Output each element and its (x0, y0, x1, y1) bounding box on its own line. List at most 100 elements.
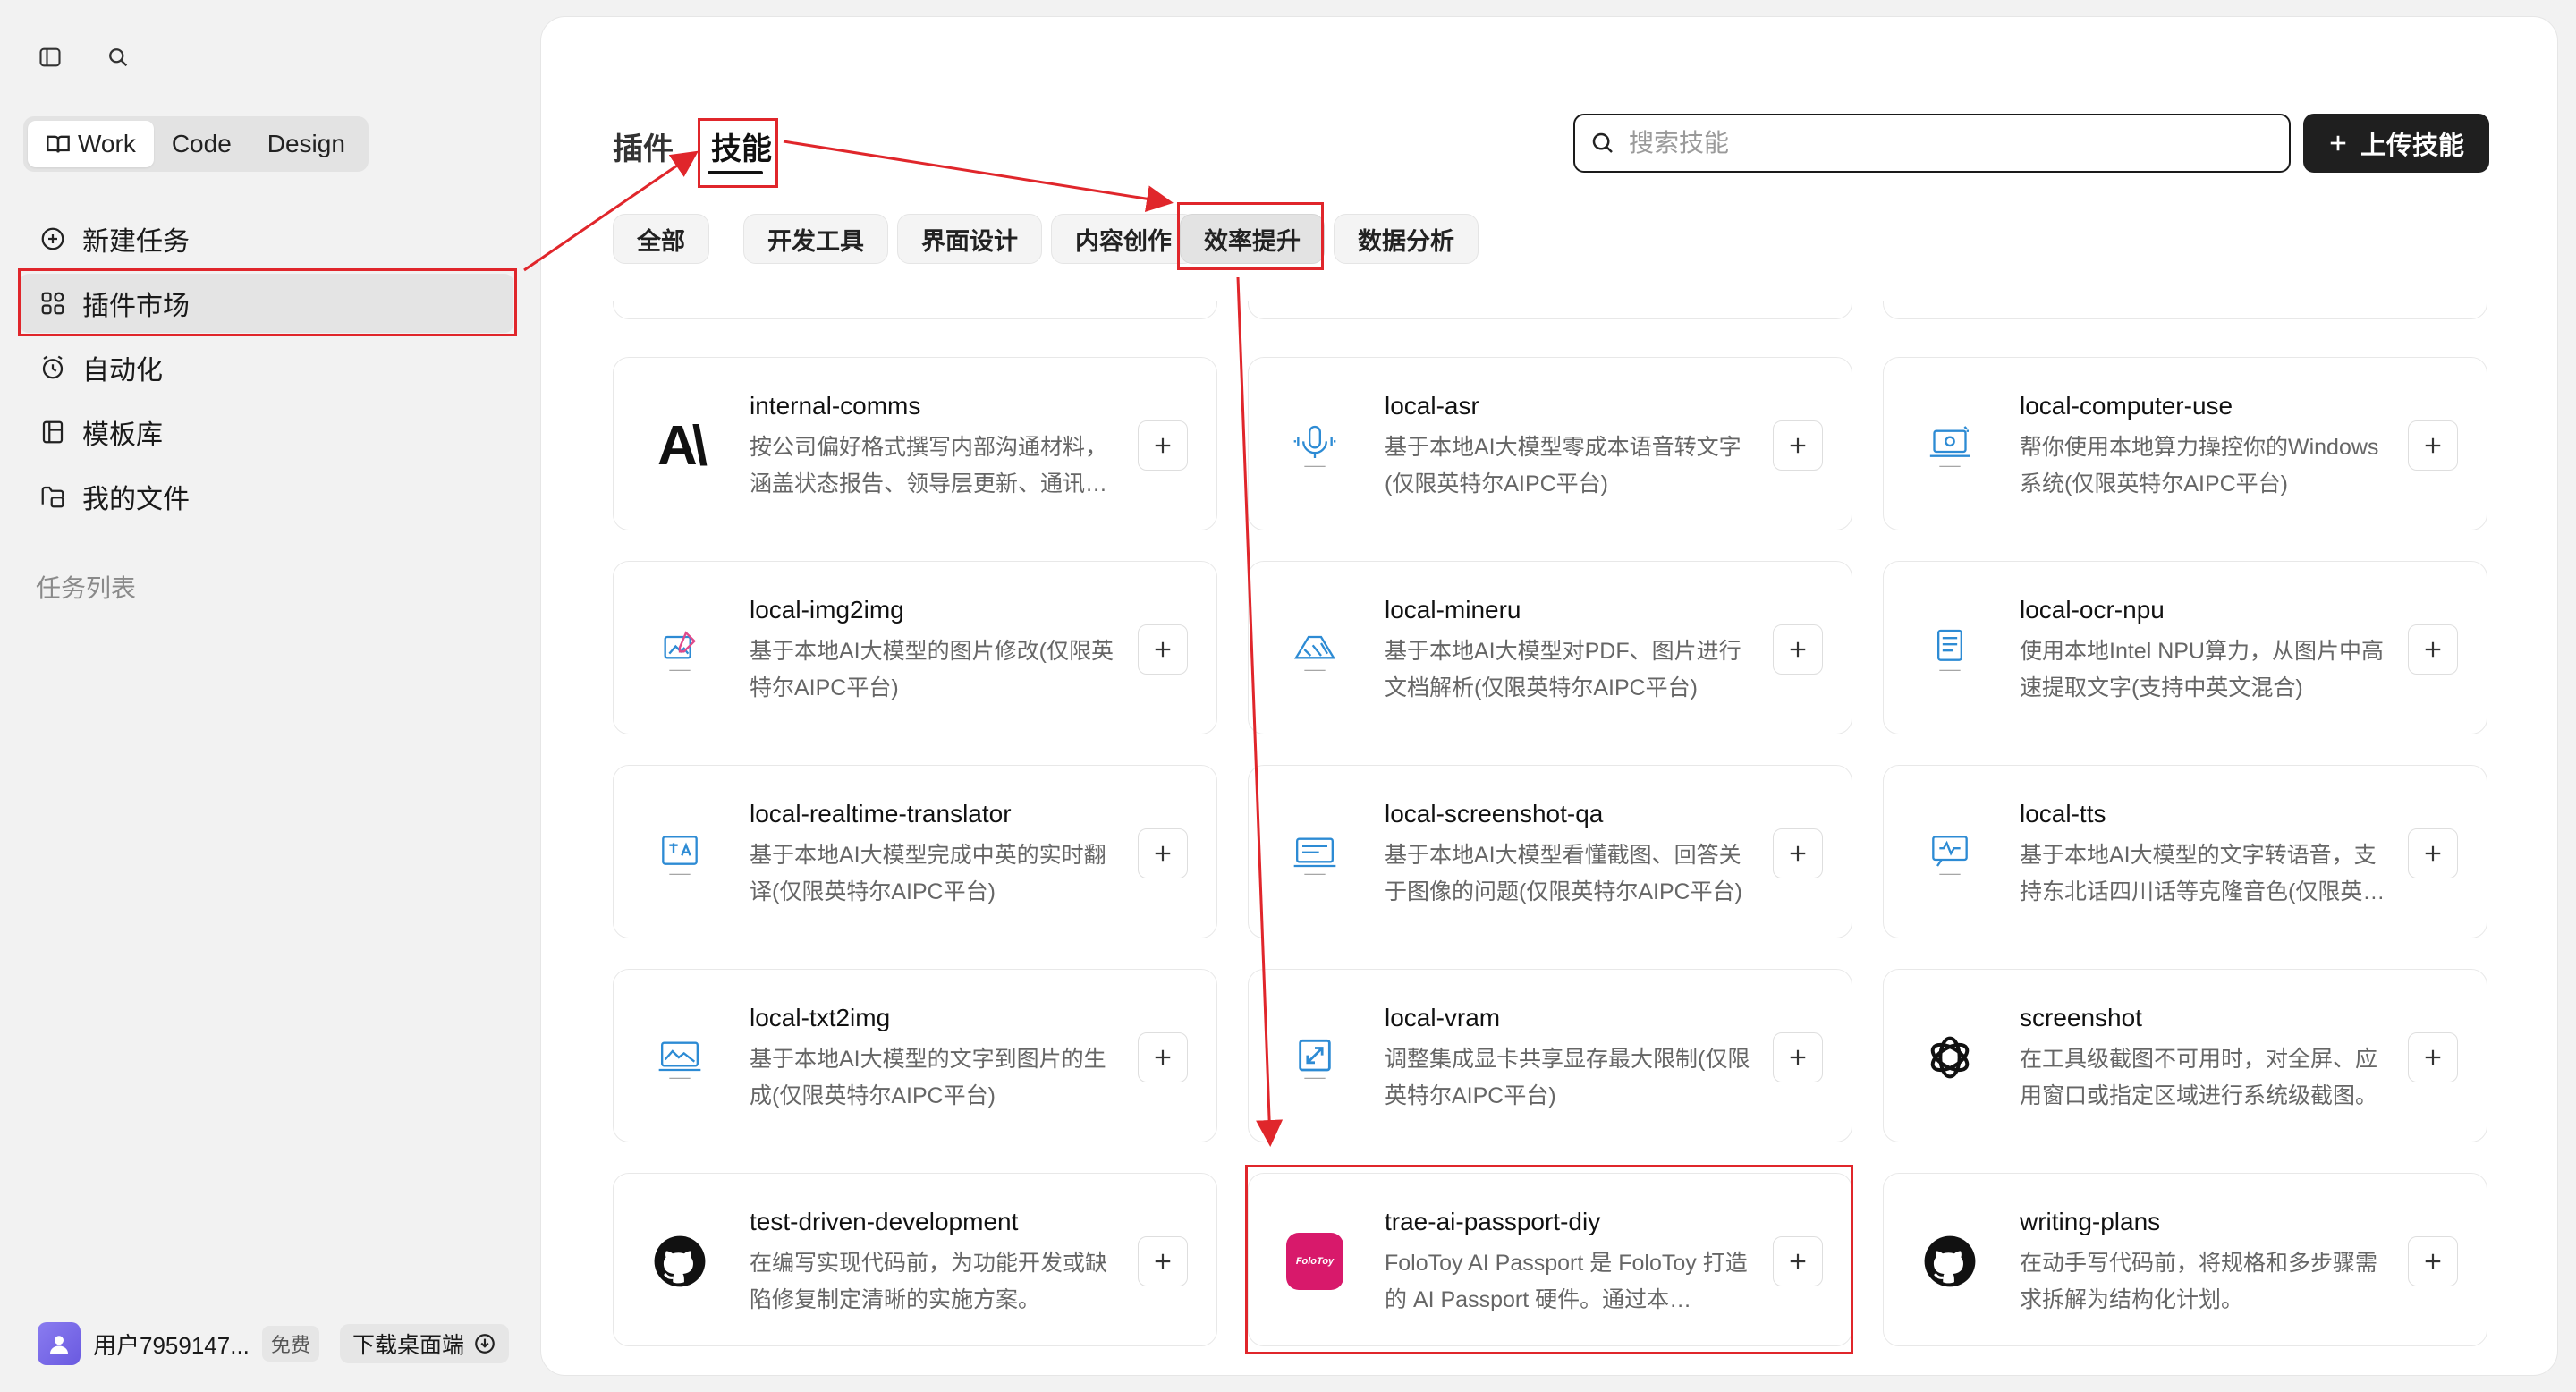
add-skill-button[interactable] (1773, 1032, 1823, 1082)
plus-circle-icon (41, 227, 64, 250)
tab-skills[interactable]: 技能 (711, 124, 772, 168)
add-skill-button[interactable] (2408, 828, 2458, 878)
github-icon (1919, 1231, 1980, 1292)
skill-card[interactable]: test-driven-development 在编写实现代码前，为功能开发或缺… (613, 1173, 1217, 1346)
skill-desc: 在工具级截图不可用时，对全屏、应用窗口或指定区域进行系统级截图。 (2020, 1047, 2378, 1108)
search-input[interactable] (1629, 129, 2255, 157)
plus-icon (2330, 135, 2346, 151)
nav-new-task-label: 新建任务 (82, 227, 190, 257)
skill-desc: 基于本地AI大模型看懂截图、回答关于图像的问题(仅限英特尔AIPC平台) (1385, 843, 1743, 904)
add-skill-button[interactable] (1138, 1032, 1188, 1082)
nav-my-files[interactable]: 我的文件 (20, 467, 513, 526)
category-data-analysis[interactable]: 数据分析 (1334, 214, 1479, 264)
add-skill-button[interactable] (1773, 828, 1823, 878)
skill-title: local-ocr-npu (2020, 596, 2165, 624)
card-partial (1883, 301, 2487, 319)
download-desktop-label: 下载桌面端 (352, 1333, 465, 1358)
skill-title: local-mineru (1385, 596, 1521, 624)
upload-skill-button[interactable]: 上传技能 (2303, 114, 2489, 173)
nav-automation[interactable]: 自动化 (20, 338, 513, 397)
upload-skill-label: 上传技能 (2360, 132, 2464, 160)
folder-icon (41, 486, 64, 508)
skill-desc: FoloToy AI Passport 是 FoloToy 打造的 AI Pas… (1385, 1251, 1748, 1312)
add-skill-button[interactable] (1773, 1236, 1823, 1286)
skill-desc: 基于本地AI大模型完成中英的实时翻译(仅限英特尔AIPC平台) (750, 843, 1106, 904)
book-icon (47, 135, 70, 153)
add-skill-button[interactable] (1138, 420, 1188, 471)
skill-card[interactable]: local-asr 基于本地AI大模型零成本语音转文字(仅限英特尔AIPC平台) (1248, 357, 1852, 530)
tab-underline (708, 171, 763, 174)
skill-title: internal-comms (750, 392, 921, 420)
add-skill-button[interactable] (1773, 624, 1823, 675)
card-partial (1248, 301, 1852, 319)
skill-desc: 基于本地AI大模型的图片修改(仅限英特尔AIPC平台) (750, 639, 1114, 700)
category-all[interactable]: 全部 (613, 214, 709, 264)
computer-icon (1919, 415, 1980, 476)
clock-icon (42, 355, 64, 379)
add-skill-button[interactable] (2408, 624, 2458, 675)
skill-title: trae-ai-passport-diy (1385, 1208, 1601, 1235)
add-skill-button[interactable] (1138, 624, 1188, 675)
user-profile[interactable]: 用户7959147... 免费 (38, 1320, 319, 1367)
search-box[interactable] (1573, 114, 2291, 173)
skill-card[interactable]: local-tts 基于本地AI大模型的文字转语音，支持东北话四川话等克隆音色(… (1883, 765, 2487, 938)
skill-title: writing-plans (2020, 1208, 2161, 1235)
nav-plugin-market-label: 插件市场 (82, 292, 190, 321)
skill-title: local-screenshot-qa (1385, 800, 1604, 828)
skill-card[interactable]: local-ocr-npu 使用本地Intel NPU算力，从图片中高速提取文字… (1883, 561, 2487, 734)
microphone-icon (1284, 415, 1345, 476)
skill-card[interactable]: writing-plans 在动手写代码前，将规格和多步骤需求拆解为结构化计划。 (1883, 1173, 2487, 1346)
nav-my-files-label: 我的文件 (82, 485, 190, 514)
mode-switch: Work Code Design (23, 116, 369, 172)
folotoy-logo-icon: FoloToy (1284, 1231, 1345, 1292)
nav-plugin-market[interactable]: 插件市场 (20, 274, 513, 333)
add-skill-button[interactable] (1138, 828, 1188, 878)
skill-card[interactable]: local-vram 调整集成显卡共享显存最大限制(仅限英特尔AIPC平台) (1248, 969, 1852, 1142)
category-dev-tools[interactable]: 开发工具 (743, 214, 888, 264)
card-partial (613, 301, 1217, 319)
task-list-title: 任务列表 (36, 574, 137, 602)
skill-card[interactable]: local-mineru 基于本地AI大模型对PDF、图片进行文档解析(仅限英特… (1248, 561, 1852, 734)
skill-title: local-computer-use (2020, 392, 2233, 420)
mode-work-label: Work (78, 130, 136, 157)
nav-templates-label: 模板库 (82, 420, 163, 450)
folotoy-logo-text: FoloToy (1286, 1233, 1343, 1290)
add-skill-button[interactable] (1773, 420, 1823, 471)
add-skill-button[interactable] (1138, 1236, 1188, 1286)
skill-desc: 使用本地Intel NPU算力，从图片中高速提取文字(支持中英文混合) (2020, 639, 2384, 700)
openai-logo-icon (1919, 1027, 1980, 1088)
skill-card[interactable]: screenshot 在工具级截图不可用时，对全屏、应用窗口或指定区域进行系统级… (1883, 969, 2487, 1142)
skill-card[interactable]: local-txt2img 基于本地AI大模型的文字到图片的生成(仅限英特尔AI… (613, 969, 1217, 1142)
nav-templates[interactable]: 模板库 (20, 403, 513, 462)
skill-card[interactable]: local-realtime-translator 基于本地AI大模型完成中英的… (613, 765, 1217, 938)
apps-icon (41, 292, 64, 315)
mode-work[interactable]: Work (28, 121, 154, 167)
main-panel: 插件 技能 上传技能 全部 开发工具 界面设计 内容创作 效率提升 数据分析 A… (540, 16, 2558, 1376)
skill-desc: 帮你使用本地算力操控你的Windows系统(仅限英特尔AIPC平台) (2020, 435, 2379, 497)
search-icon[interactable] (100, 39, 136, 75)
download-desktop-button[interactable]: 下载桌面端 (340, 1324, 510, 1363)
skill-card[interactable]: FoloToy trae-ai-passport-diy FoloToy AI … (1248, 1173, 1852, 1346)
category-efficiency[interactable]: 效率提升 (1180, 214, 1325, 264)
tab-plugins[interactable]: 插件 (613, 124, 674, 168)
skill-desc: 基于本地AI大模型零成本语音转文字(仅限英特尔AIPC平台) (1385, 435, 1741, 497)
mode-design[interactable]: Design (250, 121, 363, 167)
skill-desc: 基于本地AI大模型的文字转语音，支持东北话四川话等克隆音色(仅限英… (2020, 843, 2385, 904)
skill-card[interactable]: A\ internal-comms 按公司偏好格式撰写内部沟通材料，涵盖状态报告… (613, 357, 1217, 530)
sidebar-toggle-icon[interactable] (32, 39, 68, 75)
add-skill-button[interactable] (2408, 1032, 2458, 1082)
mode-design-label: Design (267, 130, 345, 157)
add-skill-button[interactable] (2408, 1236, 2458, 1286)
category-ui-design[interactable]: 界面设计 (897, 214, 1042, 264)
skill-card[interactable]: local-screenshot-qa 基于本地AI大模型看懂截图、回答关于图像… (1248, 765, 1852, 938)
skill-card[interactable]: local-computer-use 帮你使用本地算力操控你的Windows系统… (1883, 357, 2487, 530)
nav-new-task[interactable]: 新建任务 (20, 209, 513, 268)
screenshot-qa-icon (1284, 823, 1345, 884)
skill-title: local-realtime-translator (750, 800, 1012, 828)
add-skill-button[interactable] (2408, 420, 2458, 471)
skill-card[interactable]: local-img2img 基于本地AI大模型的图片修改(仅限英特尔AIPC平台… (613, 561, 1217, 734)
mode-code[interactable]: Code (154, 121, 250, 167)
skill-desc: 在编写实现代码前，为功能开发或缺陷修复制定清晰的实施方案。 (750, 1251, 1108, 1312)
category-content[interactable]: 内容创作 (1051, 214, 1196, 264)
skill-desc: 基于本地AI大模型对PDF、图片进行文档解析(仅限英特尔AIPC平台) (1385, 639, 1741, 700)
